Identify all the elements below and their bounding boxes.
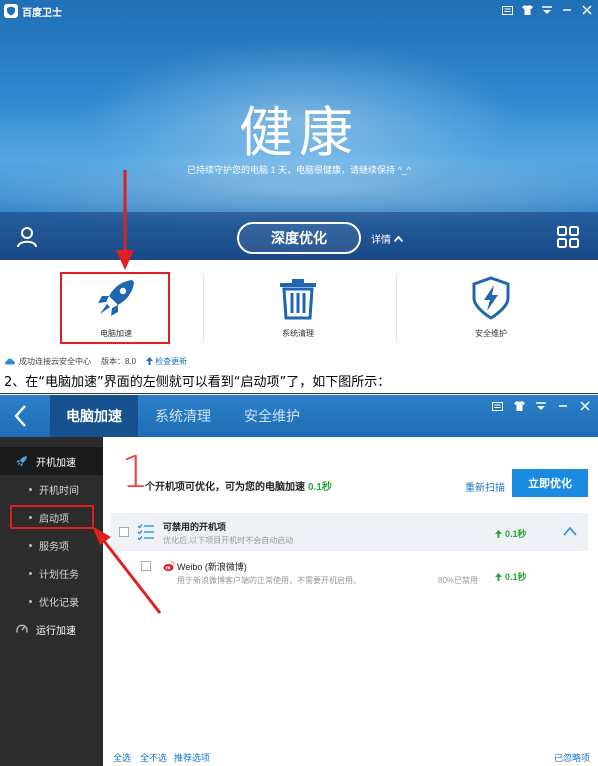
main-panel: 1 个开机项可优化，可为您的电脑加速 0.1秒 重新扫描 立即优化 可禁用的开机项… <box>103 437 598 766</box>
group-description: 优化后,以下项目开机时不会自动启动 <box>163 536 294 545</box>
sidebar-item-services[interactable]: 服务项 <box>0 531 103 559</box>
rocket-icon <box>16 456 27 467</box>
shield-bolt-icon <box>472 276 510 320</box>
app-title: 百度卫士 <box>22 7 62 19</box>
arrow-up-icon <box>495 529 502 538</box>
feature-label: 系统清理 <box>282 329 314 338</box>
cloud-connection-status: 成功连接云安全中心 <box>19 356 91 366</box>
feature-label: 安全维护 <box>475 329 507 338</box>
window-controls <box>500 3 594 17</box>
skin-shirt-icon[interactable] <box>512 399 526 413</box>
health-status-subtitle: 已持续守护您的电脑 1 天，电脑很健康，请继续保持 ^_^ <box>187 165 411 175</box>
back-arrow-icon[interactable] <box>12 404 30 428</box>
menu-icon[interactable] <box>534 399 548 413</box>
version-label: 版本：8.0 <box>101 356 137 366</box>
speedometer-icon <box>16 624 28 633</box>
bullet-dot <box>29 599 32 603</box>
feature-security[interactable]: 安全维护 <box>421 262 561 350</box>
sidebar-item-scheduled-tasks[interactable]: 计划任务 <box>0 559 103 587</box>
sidebar-item-runtime-speedup[interactable]: 运行加速 <box>0 615 103 643</box>
sidebar: 开机加速 开机时间 启动项 服务项 计划任务 优化记录 运行加速 <box>0 437 103 766</box>
trash-icon <box>280 279 316 320</box>
group-gain-value: 0.1秒 <box>505 529 527 539</box>
group-checkbox[interactable] <box>119 527 129 537</box>
rescan-link[interactable]: 重新扫描 <box>465 479 505 494</box>
bottom-screenshot: 电脑加速 系统清理 安全维护 开机加速 开机时间 启动项 服务项 计划任务 优化… <box>0 395 598 766</box>
tab-system-clean[interactable]: 系统清理 <box>139 395 227 437</box>
sidebar-item-label: 优化记录 <box>39 597 79 609</box>
select-none-link[interactable]: 全不选 <box>140 751 167 764</box>
weibo-icon <box>163 561 175 571</box>
tab-security[interactable]: 安全维护 <box>228 395 316 437</box>
hero-banner: 百度卫士 健康 已持续守护您的电脑 1 天，电脑很健康，请继续保持 ^_^ 深度… <box>0 0 598 260</box>
status-bar: 成功连接云安全中心 版本：8.0 检查更新 <box>0 352 598 370</box>
divider <box>203 274 204 342</box>
recommended-link[interactable]: 推荐选项 <box>174 751 210 764</box>
sidebar-item-label: 服务项 <box>39 541 69 553</box>
group-header-row: 可禁用的开机项 优化后,以下项目开机时不会自动启动 0.1秒 <box>111 513 588 551</box>
sidebar-item-label: 运行加速 <box>36 625 76 637</box>
feature-system-clean[interactable]: 系统清理 <box>228 262 368 350</box>
top-screenshot: 百度卫士 健康 已持续守护您的电脑 1 天，电脑很健康，请继续保持 ^_^ 深度… <box>0 0 598 370</box>
bullet-dot <box>29 571 32 575</box>
item-disabled-percent: 80%已禁用 <box>438 576 479 585</box>
deep-optimize-button[interactable]: 深度优化 <box>237 222 361 254</box>
close-icon[interactable] <box>578 399 592 413</box>
summary-text: 个开机项可优化，可为您的电脑加速 0.1秒 <box>145 478 332 493</box>
bullet-dot <box>29 487 32 491</box>
highlight-box <box>60 272 170 344</box>
item-gain-value: 0.1秒 <box>505 572 527 582</box>
window-controls <box>490 399 592 413</box>
item-checkbox[interactable] <box>141 561 151 571</box>
checklist-icon <box>137 524 154 541</box>
arrow-up-icon <box>146 357 154 365</box>
ignored-items-link[interactable]: 已忽略项 <box>554 751 590 764</box>
group-title: 可禁用的开机项 <box>163 522 227 532</box>
minimize-icon[interactable] <box>560 3 574 17</box>
select-all-link[interactable]: 全选 <box>113 751 131 764</box>
highlight-box <box>10 505 94 529</box>
cloud-icon <box>5 358 15 365</box>
message-icon[interactable] <box>500 3 514 17</box>
instruction-caption: 2、在“电脑加速”界面的左侧就可以看到“启动项”了，如下图所示： <box>0 372 598 394</box>
speedup-header: 电脑加速 系统清理 安全维护 <box>0 395 598 437</box>
item-gain: 0.1秒 <box>495 570 527 583</box>
group-gain: 0.1秒 <box>495 527 527 540</box>
sidebar-item-label: 计划任务 <box>39 569 79 581</box>
user-icon[interactable] <box>16 226 38 248</box>
arrow-up-icon <box>495 572 502 581</box>
sidebar-item-boot-time[interactable]: 开机时间 <box>0 475 103 503</box>
check-update-link[interactable]: 检查更新 <box>146 356 187 367</box>
minimize-icon[interactable] <box>556 399 570 413</box>
apps-grid-icon[interactable] <box>557 226 579 248</box>
menu-icon[interactable] <box>540 3 554 17</box>
summary-label: 个开机项可优化，可为您的电脑加速 <box>145 482 305 493</box>
details-link-label: 详情 <box>371 235 391 246</box>
tab-pc-speedup[interactable]: 电脑加速 <box>50 395 138 437</box>
close-icon[interactable] <box>580 3 594 17</box>
sidebar-item-label: 开机时间 <box>39 485 79 497</box>
bullet-dot <box>29 543 32 547</box>
details-link[interactable]: 详情 <box>371 231 403 246</box>
item-description: 用于新浪微博客户端的正常使用，不需要开机启用。 <box>177 576 361 585</box>
message-icon[interactable] <box>490 399 504 413</box>
startup-item-row: Weibo (新浪微博) 用于新浪微博客户端的正常使用，不需要开机启用。 80%… <box>111 555 588 589</box>
sidebar-item-boot-speedup[interactable]: 开机加速 <box>0 447 103 475</box>
item-name: Weibo (新浪微博) <box>177 562 247 572</box>
optimize-now-button[interactable]: 立即优化 <box>512 469 588 497</box>
footer-bar: 全选 全不选 推荐选项 已忽略项 <box>103 747 598 766</box>
skin-shirt-icon[interactable] <box>520 3 534 17</box>
summary-gain: 0.1秒 <box>308 482 332 493</box>
collapse-chevron-icon[interactable] <box>563 525 577 537</box>
health-status-title: 健康 <box>239 101 359 164</box>
divider <box>396 274 397 342</box>
check-update-label: 检查更新 <box>155 356 188 366</box>
chevron-up-icon <box>394 235 403 242</box>
sidebar-item-label: 开机加速 <box>36 457 76 469</box>
baidu-guard-logo-icon <box>4 4 18 18</box>
sidebar-item-optimize-log[interactable]: 优化记录 <box>0 587 103 615</box>
